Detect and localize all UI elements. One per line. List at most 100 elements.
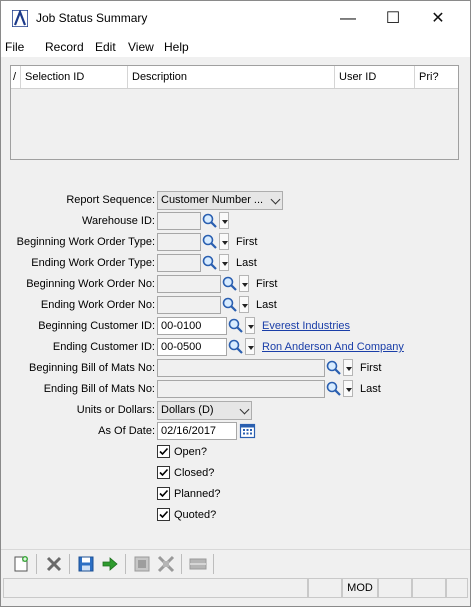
menu-file[interactable]: File	[5, 40, 24, 54]
planned-checkbox-label: Planned?	[174, 488, 221, 500]
column-description[interactable]: Description	[128, 66, 335, 88]
checkmark-icon	[159, 468, 169, 477]
status-cell-message	[3, 578, 308, 598]
lookup-icon[interactable]	[227, 338, 244, 355]
row-indicator-column: /	[11, 66, 21, 88]
toolbar	[1, 549, 470, 578]
begin-bom-first-label: First	[360, 362, 382, 374]
calendar-icon[interactable]	[239, 422, 256, 439]
checkmark-icon	[159, 510, 169, 519]
begin-customer-dropdown[interactable]	[245, 317, 255, 334]
close-button[interactable]: ✕	[415, 6, 461, 32]
lookup-icon[interactable]	[221, 296, 238, 313]
end-bom-label: Ending Bill of Mats No:	[43, 383, 155, 395]
chevron-down-icon	[270, 194, 281, 205]
end-customer-input[interactable]: 00-0500	[157, 338, 227, 356]
open-checkbox-label: Open?	[174, 446, 208, 458]
end-customer-name-link[interactable]: Ron Anderson And Company	[262, 341, 404, 353]
save-icon[interactable]	[77, 555, 95, 573]
app-logo-icon	[12, 10, 28, 27]
end-wo-type-input[interactable]	[157, 254, 201, 272]
toolbar-separator	[69, 554, 70, 574]
toolbar-separator	[213, 554, 214, 574]
lookup-icon[interactable]	[221, 275, 238, 292]
units-or-dollars-value: Dollars (D)	[161, 404, 214, 416]
status-cell	[412, 578, 446, 598]
end-bom-last-label: Last	[360, 383, 381, 395]
begin-bom-input[interactable]	[157, 359, 325, 377]
begin-bom-dropdown[interactable]	[343, 359, 353, 376]
toolbar-separator	[125, 554, 126, 574]
size-grip[interactable]	[446, 578, 468, 598]
maximize-button[interactable]: ☐	[370, 6, 416, 32]
first-icon[interactable]	[133, 555, 151, 573]
end-wo-type-label: Ending Work Order Type:	[31, 257, 155, 269]
end-wo-no-last-label: Last	[256, 299, 277, 311]
go-icon[interactable]	[101, 555, 119, 573]
bar-icon[interactable]	[189, 555, 207, 573]
closed-checkbox-label: Closed?	[174, 467, 215, 479]
toolbar-separator	[36, 554, 37, 574]
lookup-icon[interactable]	[201, 233, 218, 250]
units-or-dollars-select[interactable]: Dollars (D)	[157, 401, 252, 420]
end-wo-type-dropdown[interactable]	[219, 254, 229, 271]
chevron-down-icon	[239, 404, 250, 415]
status-bar: MOD	[1, 578, 470, 600]
selection-grid[interactable]: / Selection ID Description User ID Pri?	[10, 65, 459, 160]
status-cell	[308, 578, 342, 598]
column-selection-id[interactable]: Selection ID	[21, 66, 128, 88]
window-title: Job Status Summary	[36, 11, 148, 25]
report-sequence-select[interactable]: Customer Number ...	[157, 191, 283, 210]
lookup-icon[interactable]	[227, 317, 244, 334]
lookup-icon[interactable]	[201, 212, 218, 229]
begin-customer-label: Beginning Customer ID:	[38, 320, 155, 332]
last-icon[interactable]	[157, 555, 175, 573]
checkmark-icon	[159, 489, 169, 498]
planned-checkbox[interactable]	[157, 487, 170, 500]
menu-bar: File Record Edit View Help	[1, 37, 470, 57]
report-sequence-value: Customer Number ...	[161, 194, 264, 206]
end-customer-dropdown[interactable]	[245, 338, 255, 355]
end-wo-no-label: Ending Work Order No:	[40, 299, 155, 311]
begin-wo-no-label: Beginning Work Order No:	[26, 278, 155, 290]
begin-wo-no-first-label: First	[256, 278, 278, 290]
lookup-icon[interactable]	[325, 380, 342, 397]
lookup-icon[interactable]	[325, 359, 342, 376]
quoted-checkbox[interactable]	[157, 508, 170, 521]
column-priority[interactable]: Pri?	[415, 66, 458, 88]
menu-help[interactable]: Help	[164, 40, 189, 54]
begin-wo-type-input[interactable]	[157, 233, 201, 251]
closed-checkbox[interactable]	[157, 466, 170, 479]
grid-header: / Selection ID Description User ID Pri?	[11, 66, 458, 89]
end-customer-label: Ending Customer ID:	[52, 341, 155, 353]
begin-customer-input[interactable]: 00-0100	[157, 317, 227, 335]
lookup-icon[interactable]	[201, 254, 218, 271]
begin-bom-label: Beginning Bill of Mats No:	[29, 362, 155, 374]
begin-wo-no-dropdown[interactable]	[239, 275, 249, 292]
new-icon[interactable]	[12, 555, 30, 573]
minimize-button[interactable]: —	[325, 6, 371, 32]
delete-icon[interactable]	[45, 555, 63, 573]
begin-wo-type-first-label: First	[236, 236, 258, 248]
end-bom-input[interactable]	[157, 380, 325, 398]
menu-record[interactable]: Record	[45, 40, 84, 54]
warehouse-id-dropdown[interactable]	[219, 212, 229, 229]
warehouse-id-input[interactable]	[157, 212, 201, 230]
as-of-date-label: As Of Date:	[98, 425, 155, 437]
end-wo-no-input[interactable]	[157, 296, 221, 314]
open-checkbox[interactable]	[157, 445, 170, 458]
menu-view[interactable]: View	[128, 40, 154, 54]
begin-wo-type-label: Beginning Work Order Type:	[16, 236, 155, 248]
toolbar-separator	[181, 554, 182, 574]
status-cell	[378, 578, 412, 598]
menu-edit[interactable]: Edit	[95, 40, 116, 54]
as-of-date-input[interactable]: 02/16/2017	[157, 422, 237, 440]
end-wo-no-dropdown[interactable]	[239, 296, 249, 313]
column-user-id[interactable]: User ID	[335, 66, 415, 88]
end-bom-dropdown[interactable]	[343, 380, 353, 397]
begin-customer-name-link[interactable]: Everest Industries	[262, 320, 350, 332]
status-mode: MOD	[342, 578, 378, 598]
begin-wo-no-input[interactable]	[157, 275, 221, 293]
begin-wo-type-dropdown[interactable]	[219, 233, 229, 250]
title-bar: Job Status Summary — ☐ ✕	[1, 1, 470, 37]
